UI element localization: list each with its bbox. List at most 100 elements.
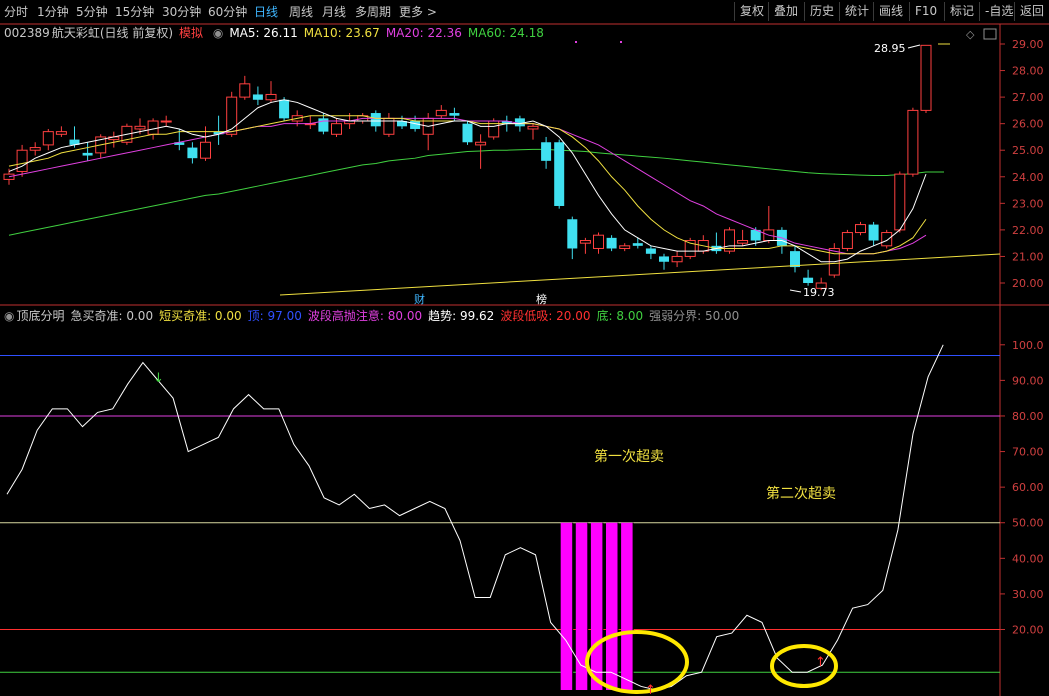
candle-body	[29, 147, 41, 151]
candle-body	[619, 245, 631, 249]
oversold-bar	[590, 522, 603, 690]
candle-body	[370, 113, 381, 127]
candle-body	[593, 234, 604, 249]
indicator-axis: 100.0 90.00 80.00 70.00 60.00 50.00 40.00 30.00…	[1000, 339, 1044, 637]
support-trendline	[279, 253, 1001, 296]
ma60-line	[8, 148, 944, 236]
candle-body	[541, 142, 552, 161]
candle-body	[16, 149, 28, 172]
price-axis-label: 21.00	[1012, 250, 1044, 263]
candle	[737, 229, 749, 246]
candle	[213, 115, 224, 145]
candle	[95, 134, 107, 159]
indicator-axis-label: 40.00	[1012, 552, 1044, 565]
candle-body	[554, 142, 565, 206]
candle	[724, 227, 735, 254]
candle-body	[790, 251, 800, 268]
oversold-bar	[621, 522, 634, 690]
candle	[790, 245, 800, 273]
candle	[304, 115, 316, 129]
candle-body	[855, 224, 866, 234]
price-axis-label: 29.00	[1012, 38, 1044, 51]
candle-body	[410, 121, 421, 129]
oversold-second-label: 第二次超卖	[766, 485, 836, 502]
indicator-axis-label: 100.0	[1012, 339, 1044, 352]
candle-body	[265, 93, 277, 101]
candle-body	[894, 173, 906, 231]
candle-body	[475, 141, 487, 146]
buy-arrow-icon: ↑	[645, 683, 656, 696]
high-price-pointer	[907, 44, 921, 49]
candle	[488, 118, 500, 140]
candle-body	[514, 118, 525, 127]
candle-body	[567, 219, 578, 249]
candles	[3, 44, 932, 291]
candle	[55, 126, 67, 137]
candle	[554, 139, 565, 209]
candle	[108, 131, 120, 148]
candle	[397, 115, 407, 129]
candle-body	[606, 237, 617, 249]
candle-body	[160, 120, 172, 123]
candle	[187, 142, 198, 164]
candle-body	[907, 109, 919, 175]
price-axis-label: 20.00	[1012, 277, 1044, 290]
candle	[462, 121, 473, 145]
indicator-axis-label: 90.00	[1012, 374, 1044, 387]
price-axis-label: 26.00	[1012, 118, 1044, 131]
low-price-pointer	[789, 289, 802, 293]
candle-body	[527, 125, 539, 130]
indicator-axis-label: 80.00	[1012, 410, 1044, 423]
oversold-bar	[606, 522, 618, 690]
billboard-event-marker[interactable]: 榜	[536, 292, 547, 306]
indicator-axis-label: 50.00	[1012, 517, 1044, 530]
candle	[855, 221, 866, 236]
finance-event-marker[interactable]: 财	[414, 292, 425, 306]
indicator-axis-label: 30.00	[1012, 588, 1044, 601]
candle	[684, 237, 696, 260]
candle	[82, 142, 93, 161]
buy-arrow-icon: ↑	[815, 655, 826, 670]
candle-body	[147, 120, 159, 135]
candle	[42, 128, 54, 151]
price-axis-label: 23.00	[1012, 197, 1044, 210]
candle-body	[737, 240, 749, 244]
candle	[920, 44, 932, 114]
indicator-axis-label: 20.00	[1012, 624, 1044, 637]
candle	[593, 232, 604, 254]
kline-chart[interactable]: 29.00 28.00 27.00 26.00 25.00 24.00 23.00 22.00…	[0, 0, 1049, 696]
oversold-first-label: 第一次超卖	[594, 448, 664, 465]
candle	[659, 253, 669, 270]
indicator-axis-label: 70.00	[1012, 446, 1044, 459]
candle-body	[841, 232, 853, 249]
candle	[579, 237, 591, 254]
candle-body	[632, 243, 643, 246]
candle-body	[671, 255, 683, 263]
price-axis-label: 25.00	[1012, 144, 1044, 157]
candle-body	[82, 152, 93, 156]
window-toggle-icon[interactable]	[983, 28, 997, 40]
candle	[841, 229, 853, 252]
price-axis-label: 22.00	[1012, 224, 1044, 237]
candle-body	[645, 248, 656, 254]
candle-body	[134, 125, 146, 130]
candle-body	[187, 147, 198, 159]
candle-body	[42, 131, 54, 146]
diamond-icon[interactable]: ◇	[966, 28, 975, 41]
candle-body	[318, 118, 329, 132]
candle-body	[279, 99, 290, 119]
price-axis-label: 27.00	[1012, 91, 1044, 104]
candle	[318, 113, 329, 135]
candle-body	[881, 232, 893, 247]
candle	[828, 243, 840, 278]
candle	[803, 269, 814, 286]
candle	[868, 221, 879, 246]
price-axis-label: 28.00	[1012, 65, 1044, 78]
candle-body	[659, 256, 669, 262]
candle-body	[920, 44, 932, 111]
candle-body	[252, 94, 263, 100]
price-axis-label: 24.00	[1012, 171, 1044, 184]
candle	[527, 123, 539, 140]
oversold-bar	[560, 522, 573, 690]
candle-body	[462, 123, 473, 143]
